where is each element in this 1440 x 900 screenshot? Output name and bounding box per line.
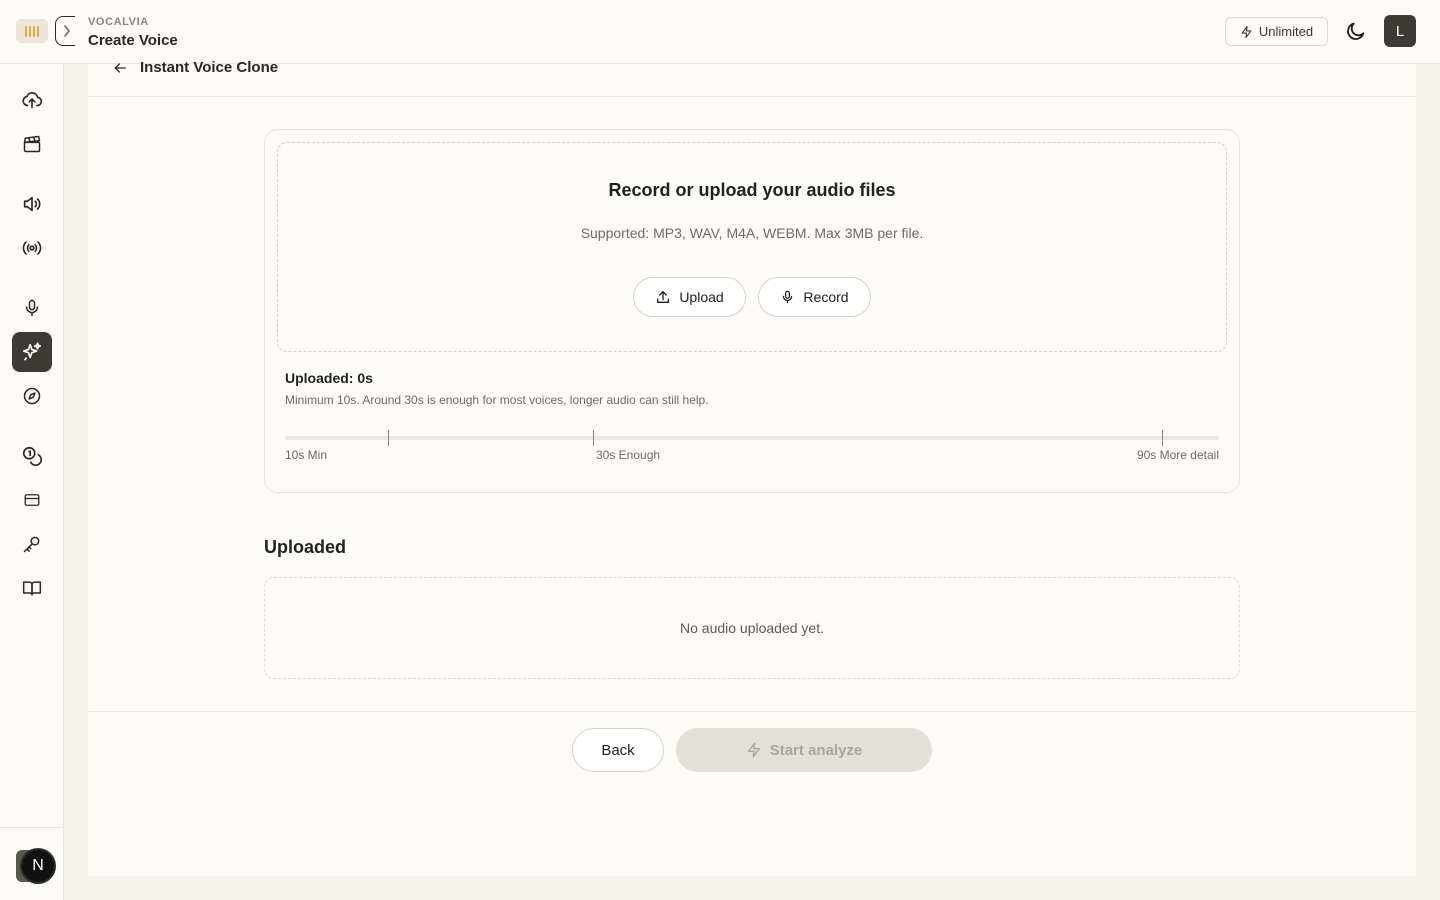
nav-docs[interactable] (12, 568, 52, 608)
moon-icon (1347, 22, 1365, 40)
breadcrumb-back-link[interactable]: Instant Voice Clone (112, 59, 278, 76)
sidebar-footer: N (0, 827, 63, 900)
nav-speech[interactable] (12, 184, 52, 224)
progress-marker-30s (593, 430, 594, 446)
user-avatar[interactable]: L (1384, 15, 1416, 47)
coins-icon (22, 446, 42, 466)
progress-marker-10s (388, 430, 389, 446)
brand-name: VOCALVIA (88, 16, 149, 28)
progress-marker-label: 30s Enough (596, 448, 661, 462)
chevron-right-icon (64, 25, 70, 37)
nav-credits[interactable] (12, 436, 52, 476)
clapperboard-icon (23, 135, 41, 153)
microphone-icon (25, 299, 39, 317)
plan-badge[interactable]: Unlimited (1225, 17, 1328, 46)
uploaded-section-title: Uploaded (264, 537, 347, 557)
broadcast-icon (22, 241, 42, 255)
upload-button-label: Upload (679, 289, 724, 305)
workspace-avatar: N (20, 848, 56, 884)
upload-icon (657, 291, 670, 303)
audio-dropzone[interactable]: Record or upload your audio files Suppor… (277, 142, 1227, 352)
duration-progress-bar (285, 430, 1219, 446)
nav-explore[interactable] (12, 376, 52, 416)
microphone-icon (783, 290, 793, 304)
sparkles-icon (22, 342, 42, 361)
empty-state-text: No audio uploaded yet. (680, 620, 824, 636)
speaker-icon (23, 196, 41, 212)
nav-voice-clone[interactable] (12, 332, 52, 372)
credit-card-icon (24, 494, 40, 506)
book-icon (22, 581, 42, 596)
app-logo[interactable] (16, 19, 48, 43)
lightning-icon (1241, 25, 1252, 38)
main-panel: Instant Voice Clone Record or upload you… (88, 59, 1416, 876)
progress-marker-label: 10s Min (285, 448, 328, 462)
upload-card: Record or upload your audio files Suppor… (264, 129, 1240, 493)
duration-hint: Minimum 10s. Around 30s is enough for mo… (285, 393, 709, 407)
key-icon (23, 536, 40, 553)
record-button[interactable]: Record (758, 277, 871, 317)
workspace-switcher[interactable]: N (16, 848, 56, 884)
breadcrumb-label: Instant Voice Clone (140, 59, 279, 76)
progress-marker-label: 90s More detail (1136, 448, 1219, 462)
footer-divider (88, 711, 1416, 712)
nav-upload[interactable] (12, 80, 52, 120)
cloud-upload-icon (22, 92, 43, 109)
record-button-label: Record (803, 289, 849, 305)
sidebar-toggle-button[interactable] (55, 16, 75, 46)
top-header: VOCALVIA Create Voice Unlimited L (0, 0, 1440, 64)
sidebar: N (0, 64, 64, 900)
lightning-icon (747, 742, 760, 758)
progress-marker-90s (1162, 430, 1163, 446)
page-title: Create Voice (88, 32, 178, 49)
dropzone-title: Record or upload your audio files (608, 180, 896, 200)
uploaded-empty-state: No audio uploaded yet. (264, 577, 1240, 679)
start-analyze-button[interactable]: Start analyze (676, 728, 932, 772)
nav-studio[interactable] (12, 124, 52, 164)
nav-record[interactable] (12, 288, 52, 328)
upload-button[interactable]: Upload (633, 277, 746, 317)
start-analyze-label: Start analyze (769, 741, 863, 759)
nav-billing[interactable] (12, 480, 52, 520)
plan-label: Unlimited (1258, 24, 1314, 39)
compass-icon (23, 387, 41, 405)
breadcrumb: Instant Voice Clone (88, 59, 1416, 97)
uploaded-duration: Uploaded: 0s (285, 370, 373, 386)
dropzone-subtitle: Supported: MP3, WAV, M4A, WEBM. Max 3MB … (580, 225, 924, 241)
theme-toggle-button[interactable] (1344, 19, 1368, 43)
nav-api-keys[interactable] (12, 524, 52, 564)
back-button[interactable]: Back (572, 728, 664, 772)
arrow-left-icon (114, 62, 126, 73)
nav-broadcast[interactable] (12, 228, 52, 268)
